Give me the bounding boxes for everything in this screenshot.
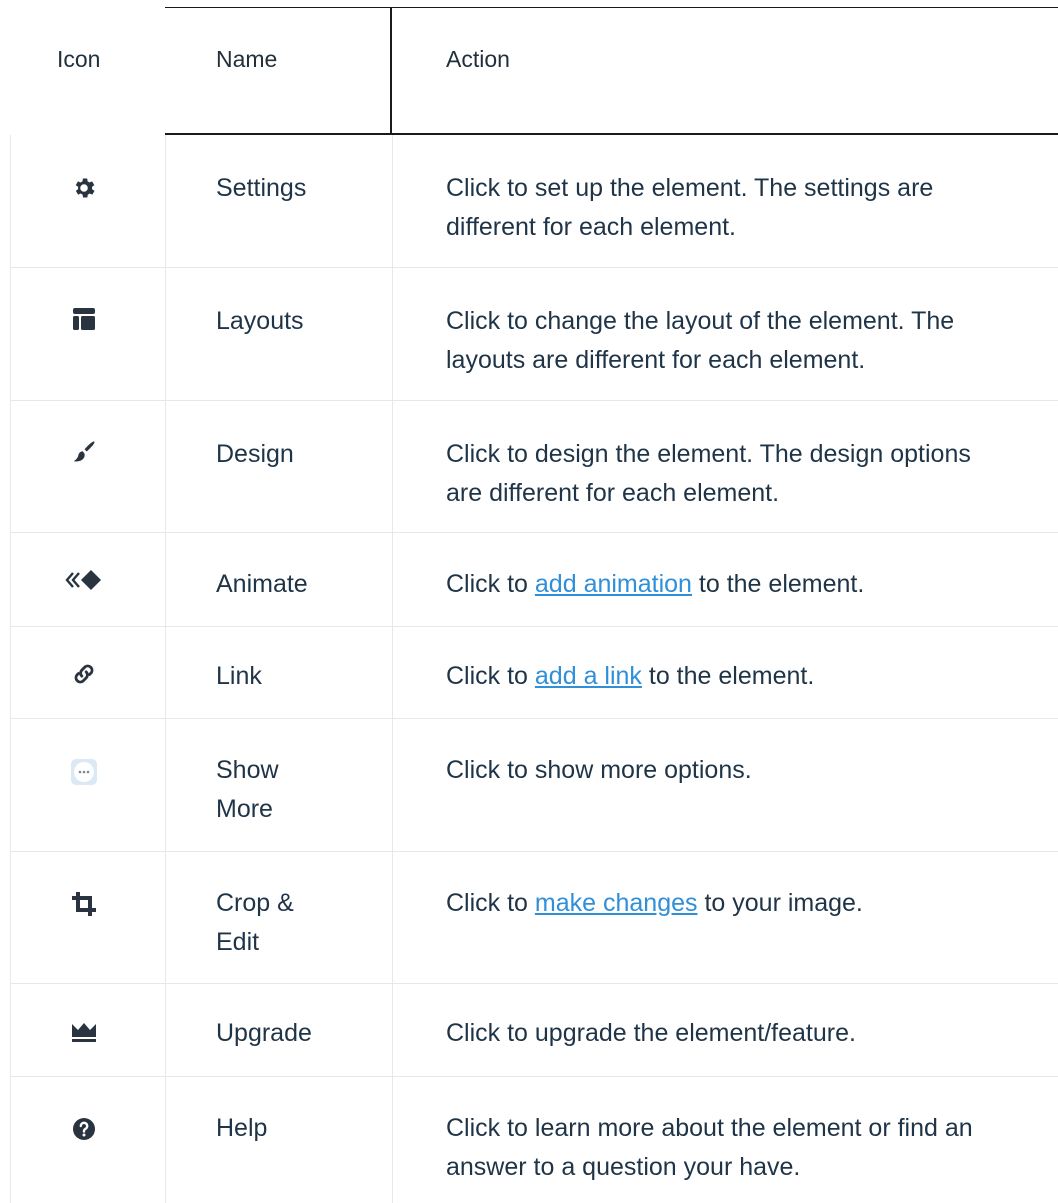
add-animation-link[interactable]: add animation — [535, 570, 692, 598]
action-text: to your image. — [697, 889, 863, 917]
action-text: Click to learn more about the element or… — [446, 1114, 973, 1181]
action-text: Click to — [446, 889, 535, 917]
action-text: Click to upgrade the element/feature. — [446, 1019, 856, 1047]
crop-icon — [60, 890, 108, 918]
icon-reference-table: Icon Name Action Settings Click to set u… — [0, 0, 1058, 1203]
action-text: to the element. — [691, 570, 865, 598]
row-name: Help — [216, 1114, 268, 1142]
show-more-icon — [60, 759, 108, 785]
row-action: Click to show more options. — [446, 751, 1046, 790]
header-action: Action — [446, 46, 510, 72]
action-text: Click to change the layout of the elemen… — [446, 307, 955, 374]
animate-icon — [60, 569, 108, 591]
action-text: Click to design the element. The design … — [446, 440, 971, 507]
grid-line — [10, 983, 1058, 984]
make-changes-link[interactable]: make changes — [535, 889, 698, 917]
link-icon — [60, 661, 108, 687]
grid-line — [165, 135, 166, 1203]
grid-line — [10, 532, 1058, 533]
grid-line — [392, 135, 393, 1203]
header-bottom-border — [165, 133, 1058, 135]
grid-line — [10, 851, 1058, 852]
row-action: Click to design the element. The design … — [446, 435, 1046, 513]
header-icon: Icon — [57, 46, 101, 72]
row-name: Settings — [216, 174, 307, 202]
crown-icon — [60, 1022, 108, 1042]
action-text: Click to show more options. — [446, 756, 752, 784]
row-name: Crop & Edit — [216, 889, 294, 956]
row-name: Layouts — [216, 307, 304, 335]
row-action: Click to make changes to your image. — [446, 884, 1046, 923]
layout-icon — [60, 308, 108, 330]
row-action: Click to set up the element. The setting… — [446, 169, 1046, 247]
action-text: Click to — [446, 662, 535, 690]
row-action: Click to add a link to the element. — [446, 657, 1046, 696]
gear-icon — [60, 175, 108, 201]
header-name: Name — [216, 46, 278, 72]
action-text: Click to set up the element. The setting… — [446, 174, 934, 241]
grid-line — [10, 267, 1058, 268]
add-a-link-link[interactable]: add a link — [535, 662, 642, 690]
action-text: Click to — [446, 570, 535, 598]
row-action: Click to learn more about the element or… — [446, 1109, 1046, 1187]
grid-line — [10, 400, 1058, 401]
brush-icon — [60, 439, 108, 465]
header-column-divider — [390, 7, 392, 135]
action-text: to the element. — [641, 662, 815, 690]
help-icon — [60, 1117, 108, 1141]
row-name: Upgrade — [216, 1019, 312, 1047]
row-name: Link — [216, 662, 262, 690]
row-action: Click to add animation to the element. — [446, 565, 1046, 604]
row-name: Design — [216, 440, 294, 468]
row-action: Click to change the layout of the elemen… — [446, 302, 1046, 380]
grid-line — [10, 626, 1058, 627]
grid-line — [10, 135, 11, 1203]
header-top-border — [165, 7, 1058, 8]
grid-line — [10, 718, 1058, 719]
row-action: Click to upgrade the element/feature. — [446, 1014, 1046, 1053]
grid-line — [10, 1076, 1058, 1077]
row-name: Show More — [216, 756, 279, 823]
row-name: Animate — [216, 570, 308, 598]
